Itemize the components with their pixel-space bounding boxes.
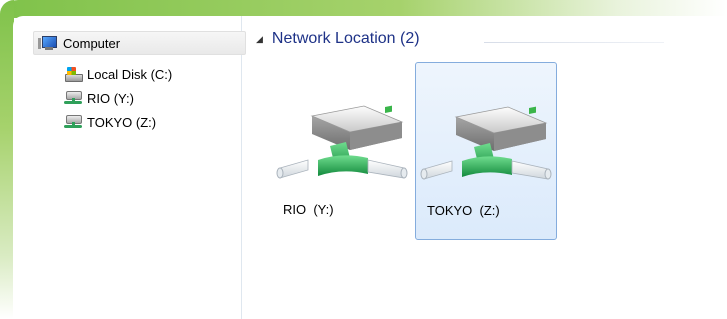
- network-drive-icon: [420, 106, 552, 180]
- network-drive-icon: [64, 90, 82, 106]
- group-header[interactable]: ◢ Network Location (2): [256, 30, 420, 48]
- nav-item-label: RIO (Y:): [87, 90, 134, 106]
- drive-tile-rio[interactable]: RIO (Y:): [272, 62, 414, 240]
- window-frame-left: [0, 0, 14, 319]
- nav-item-local-disk[interactable]: Local Disk (C:): [64, 63, 172, 85]
- nav-item-label: Computer: [63, 35, 121, 51]
- computer-icon: [38, 35, 58, 51]
- drive-tile-tokyo[interactable]: TOKYO (Z:): [415, 62, 557, 240]
- nav-item-label: TOKYO (Z:): [87, 114, 157, 130]
- nav-item-rio[interactable]: RIO (Y:): [64, 87, 134, 109]
- drive-tile-label: TOKYO (Z:): [427, 203, 500, 218]
- nav-item-computer[interactable]: Computer: [33, 31, 246, 55]
- group-title: Network Location (2): [271, 30, 420, 47]
- collapse-triangle-icon[interactable]: ◢: [256, 34, 263, 45]
- network-drive-icon: [64, 114, 82, 130]
- content-pane: ◢ Network Location (2) RIO (Y:) TOKYO (Z…: [242, 16, 727, 319]
- explorer-window: Computer Local Disk (C:) RIO (Y:) TOKYO …: [13, 16, 727, 319]
- network-drive-icon: [276, 105, 408, 179]
- nav-item-tokyo[interactable]: TOKYO (Z:): [64, 111, 156, 133]
- drive-tile-label: RIO (Y:): [283, 202, 334, 217]
- nav-item-label: Local Disk (C:): [87, 66, 173, 82]
- group-divider: [484, 42, 664, 43]
- local-disk-icon: [64, 66, 83, 82]
- navigation-pane: Computer Local Disk (C:) RIO (Y:) TOKYO …: [13, 16, 246, 319]
